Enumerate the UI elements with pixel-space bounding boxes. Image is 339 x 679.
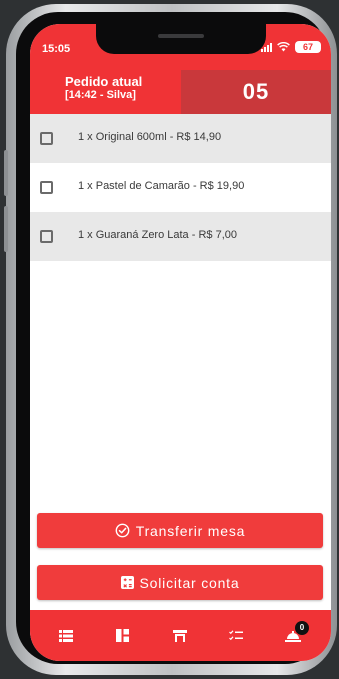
checklist-icon	[229, 629, 243, 640]
item-label: 1 x Guaraná Zero Lata - R$ 7,00	[78, 229, 237, 241]
dashboard-icon	[115, 629, 129, 642]
order-header: Pedido atual [14:42 - Silva] 05	[30, 70, 331, 114]
transfer-table-label: Transferir mesa	[135, 522, 246, 539]
nav-item-list[interactable]	[38, 610, 94, 661]
table-number-box: 05	[181, 70, 331, 114]
request-bill-label: Solicitar conta	[139, 574, 240, 591]
calculator-icon	[120, 576, 134, 589]
list-item[interactable]: 1 x Guaraná Zero Lata - R$ 7,00	[30, 212, 331, 261]
check-circle-icon	[115, 523, 130, 538]
list-item[interactable]: 1 x Original 600ml - R$ 14,90	[30, 114, 331, 163]
status-bar: 15:05 67	[30, 24, 331, 70]
nav-item-notifications[interactable]: 0	[265, 610, 321, 661]
wifi-icon	[277, 42, 290, 52]
phone-notch	[96, 24, 266, 54]
transfer-table-button[interactable]: Transferir mesa	[37, 513, 323, 548]
item-checkbox[interactable]	[40, 181, 53, 194]
phone-side-button	[4, 150, 8, 196]
list-item[interactable]: 1 x Pastel de Camarão - R$ 19,90	[30, 163, 331, 212]
status-time: 15:05	[42, 43, 71, 55]
status-icons: 67	[261, 41, 321, 53]
app-screen: 15:05 67 Pedido atual [14:42 - Silva] 05	[30, 24, 331, 661]
notification-badge: 0	[295, 621, 309, 635]
item-checkbox[interactable]	[40, 230, 53, 243]
item-label: 1 x Pastel de Camarão - R$ 19,90	[78, 180, 245, 192]
list-icon	[59, 629, 73, 642]
item-checkbox[interactable]	[40, 132, 53, 145]
item-label: 1 x Original 600ml - R$ 14,90	[78, 131, 222, 143]
signal-icon	[261, 42, 272, 52]
order-item-list: 1 x Original 600ml - R$ 14,90 1 x Pastel…	[30, 114, 331, 261]
table-number: 05	[242, 79, 270, 104]
nav-item-dashboard[interactable]	[94, 610, 150, 661]
request-bill-button[interactable]: Solicitar conta	[37, 565, 323, 600]
order-info: Pedido atual [14:42 - Silva]	[30, 70, 181, 114]
nav-item-tables[interactable]	[152, 610, 208, 661]
order-subtitle: [14:42 - Silva]	[65, 89, 136, 101]
battery-indicator: 67	[295, 41, 321, 53]
order-title: Pedido atual	[65, 74, 143, 89]
speaker-grille	[158, 34, 204, 38]
phone-side-button	[4, 206, 8, 252]
nav-item-checklist[interactable]	[208, 610, 264, 661]
table-icon	[173, 629, 187, 642]
bottom-nav: 0	[30, 610, 331, 661]
